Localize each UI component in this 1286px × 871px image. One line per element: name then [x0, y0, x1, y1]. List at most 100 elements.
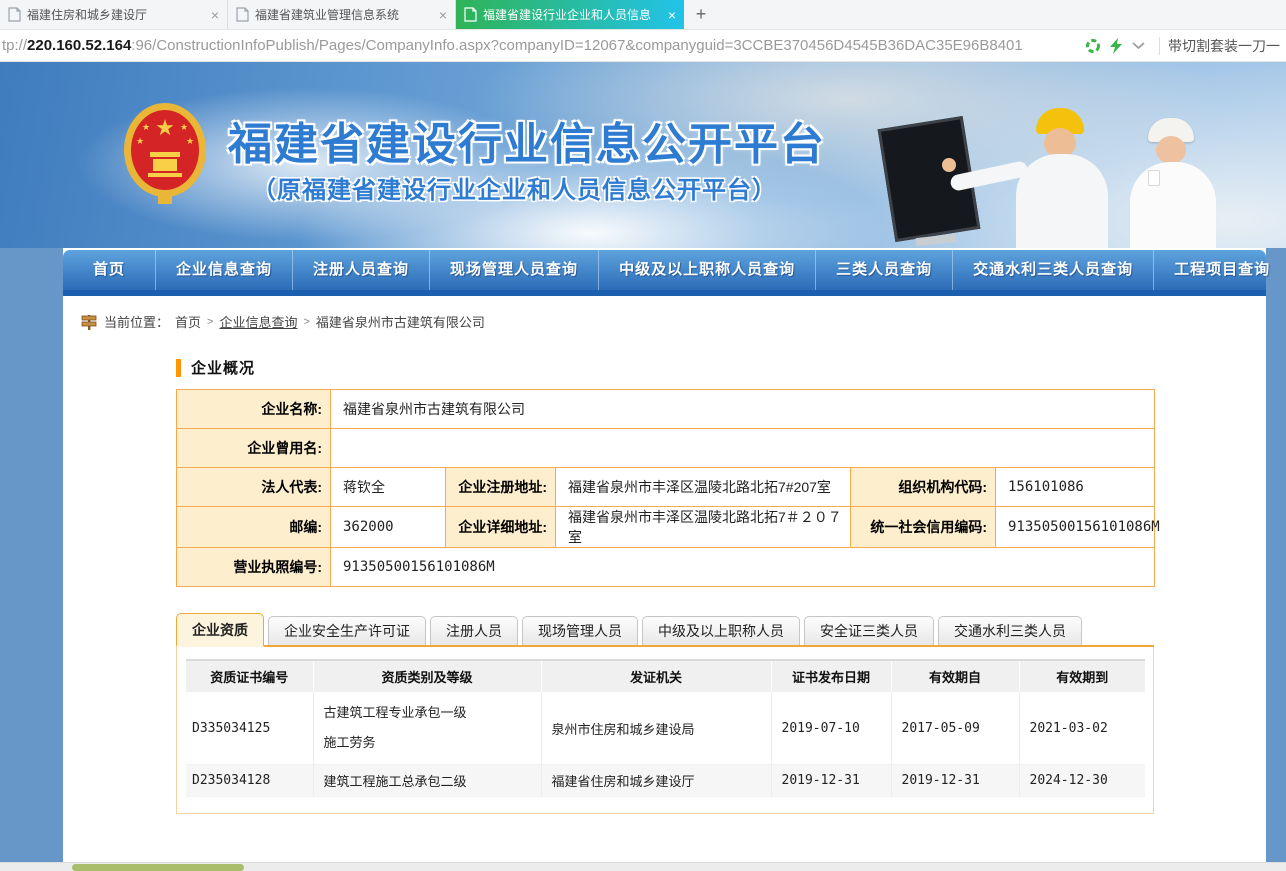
qualifications-header-row: 资质证书编号 资质类别及等级 发证机关 证书发布日期 有效期自 有效期到	[186, 660, 1145, 692]
col-category-grade: 资质类别及等级	[313, 660, 541, 692]
breadcrumb-separator: >	[207, 316, 213, 328]
new-tab-button[interactable]: +	[684, 0, 718, 29]
category-line: 施工劳务	[324, 728, 531, 758]
nav-item-project-query[interactable]: 工程项目查询	[1154, 250, 1286, 290]
qualification-row: D335034125 古建筑工程专业承包一级 施工劳务 泉州市住房和城乡建设局 …	[186, 692, 1145, 765]
toolbar-divider	[1159, 37, 1160, 55]
category-line: 古建筑工程专业承包一级	[324, 698, 531, 728]
browser-tab-3-active[interactable]: 福建省建设行业企业和人员信息 ×	[456, 0, 684, 29]
section-title: 企业概况	[191, 357, 255, 378]
col-issuer: 发证机关	[541, 660, 771, 692]
qualifications-table: 资质证书编号 资质类别及等级 发证机关 证书发布日期 有效期自 有效期到 D33…	[186, 659, 1145, 797]
zip-label: 邮编:	[177, 507, 331, 548]
browser-tab-title: 福建省建筑业管理信息系统	[255, 6, 433, 23]
reg-addr-value: 福建省泉州市丰泽区温陵北路北拓7#207室	[556, 468, 851, 507]
url-prefix: tp://	[2, 37, 27, 54]
col-valid-to: 有效期到	[1019, 660, 1145, 692]
detail-addr-label: 企业详细地址:	[446, 507, 556, 548]
main-nav: 首页 企业信息查询 注册人员查询 现场管理人员查询 中级及以上职称人员查询 三类…	[63, 248, 1266, 296]
nav-bottom-strip	[63, 290, 1266, 296]
cert-no-value: D235034128	[186, 765, 313, 797]
issue-date-value: 2019-07-10	[771, 692, 891, 765]
workers-illustration	[886, 100, 1246, 248]
category-value: 古建筑工程专业承包一级 施工劳务	[313, 692, 541, 765]
col-valid-from: 有效期自	[891, 660, 1019, 692]
nav-item-registered-personnel-query[interactable]: 注册人员查询	[293, 250, 430, 290]
page-icon	[236, 7, 249, 22]
tab-qualifications[interactable]: 企业资质	[176, 613, 264, 647]
close-tab-icon[interactable]: ×	[439, 7, 447, 23]
valid-from-value: 2017-05-09	[891, 692, 1019, 765]
close-tab-icon[interactable]: ×	[668, 7, 676, 23]
zip-value: 362000	[331, 507, 446, 548]
url-path: :96/ConstructionInfoPublish/Pages/Compan…	[131, 37, 1022, 54]
svg-text:★: ★	[186, 136, 194, 146]
section-marker-bar	[176, 359, 181, 377]
issuer-value: 泉州市住房和城乡建设局	[541, 692, 771, 765]
worker-white-hat	[1124, 118, 1224, 248]
breadcrumb-current-company: 福建省泉州市古建筑有限公司	[316, 312, 485, 331]
svg-text:★: ★	[155, 115, 175, 140]
breadcrumb-separator: >	[303, 316, 309, 328]
nav-item-company-info-query[interactable]: 企业信息查询	[156, 250, 293, 290]
reg-addr-label: 企业注册地址:	[446, 468, 556, 507]
nav-item-three-types-query[interactable]: 三类人员查询	[816, 250, 953, 290]
valid-to-value: 2021-03-02	[1019, 692, 1145, 765]
breadcrumb-company-info-query[interactable]: 企业信息查询	[219, 312, 297, 331]
browser-tab-title: 福建省建设行业企业和人员信息	[483, 6, 662, 23]
page-icon	[8, 7, 21, 22]
browser-tab-2[interactable]: 福建省建筑业管理信息系统 ×	[228, 0, 456, 29]
url-text[interactable]: tp://220.160.52.164:96/ConstructionInfoP…	[0, 37, 1079, 54]
tab-transport-water-three-types[interactable]: 交通水利三类人员	[938, 616, 1082, 645]
tab-mid-senior-title-personnel[interactable]: 中级及以上职称人员	[642, 616, 800, 645]
legal-rep-label: 法人代表:	[177, 468, 331, 507]
nav-item-site-manager-query[interactable]: 现场管理人员查询	[430, 250, 599, 290]
company-overview-table: 企业名称: 福建省泉州市古建筑有限公司 企业曾用名: 法人代表: 蒋钦全 企业注…	[176, 389, 1155, 587]
site-banner: ★ ★ ★ ★ ★ 福建省建设行业信息公开平台 （原福建省建设行业企业和人员信息…	[0, 62, 1286, 248]
credit-code-value: 91350500156101086M	[996, 507, 1155, 548]
tab-site-managers[interactable]: 现场管理人员	[522, 616, 638, 645]
former-name-label: 企业曾用名:	[177, 429, 331, 468]
refresh-shutter-icon[interactable]	[1085, 38, 1101, 54]
nav-item-mid-senior-title-query[interactable]: 中级及以上职称人员查询	[599, 250, 816, 290]
nav-item-transport-water-three-types-query[interactable]: 交通水利三类人员查询	[953, 250, 1154, 290]
toolbar-suggestion-text[interactable]: 带切割套装一刀一	[1168, 36, 1286, 56]
browser-tab-bar: 福建住房和城乡建设厅 × 福建省建筑业管理信息系统 × 福建省建设行业企业和人员…	[0, 0, 1286, 30]
nav-item-home[interactable]: 首页	[63, 250, 156, 290]
svg-text:★: ★	[142, 122, 150, 132]
site-title: 福建省建设行业信息公开平台	[228, 108, 826, 172]
signpost-icon	[80, 313, 98, 331]
valid-to-value: 2024-12-30	[1019, 765, 1145, 797]
browser-tab-title: 福建住房和城乡建设厅	[27, 6, 205, 23]
detail-addr-value: 福建省泉州市丰泽区温陵北路北拓7＃２０７室	[556, 507, 851, 548]
issue-date-value: 2019-12-31	[771, 765, 891, 797]
horizontal-scrollbar[interactable]	[0, 862, 1286, 871]
svg-text:★: ★	[136, 136, 144, 146]
section-header: 企业概况	[176, 357, 1266, 378]
breadcrumb-home[interactable]: 首页	[175, 312, 201, 331]
scrollbar-thumb[interactable]	[72, 864, 244, 871]
speed-mode-icon[interactable]	[1109, 38, 1124, 54]
page-content: 首页 企业信息查询 注册人员查询 现场管理人员查询 中级及以上职称人员查询 三类…	[63, 248, 1266, 862]
license-no-label: 营业执照编号:	[177, 548, 331, 587]
legal-rep-value: 蒋钦全	[331, 468, 446, 507]
tab-registered-personnel[interactable]: 注册人员	[430, 616, 518, 645]
category-value: 建筑工程施工总承包二级	[313, 765, 541, 797]
tab-safety-cert-three-types[interactable]: 安全证三类人员	[804, 616, 934, 645]
close-tab-icon[interactable]: ×	[211, 7, 219, 23]
valid-from-value: 2019-12-31	[891, 765, 1019, 797]
former-name-value	[331, 429, 1155, 468]
browser-tab-1[interactable]: 福建住房和城乡建设厅 ×	[0, 0, 228, 29]
chevron-down-icon[interactable]	[1132, 42, 1145, 50]
detail-tabs: 企业资质 企业安全生产许可证 注册人员 现场管理人员 中级及以上职称人员 安全证…	[176, 613, 1154, 647]
col-cert-no: 资质证书编号	[186, 660, 313, 692]
company-name-label: 企业名称:	[177, 390, 331, 429]
page-icon	[464, 7, 477, 22]
cert-no-value: D335034125	[186, 692, 313, 765]
issuer-value: 福建省住房和城乡建设厅	[541, 765, 771, 797]
qualification-row: D235034128 建筑工程施工总承包二级 福建省住房和城乡建设厅 2019-…	[186, 765, 1145, 797]
tab-safety-production-license[interactable]: 企业安全生产许可证	[268, 616, 426, 645]
address-bar[interactable]: tp://220.160.52.164:96/ConstructionInfoP…	[0, 30, 1286, 62]
national-emblem-logo: ★ ★ ★ ★ ★	[122, 102, 208, 206]
url-host: 220.160.52.164	[27, 37, 131, 54]
